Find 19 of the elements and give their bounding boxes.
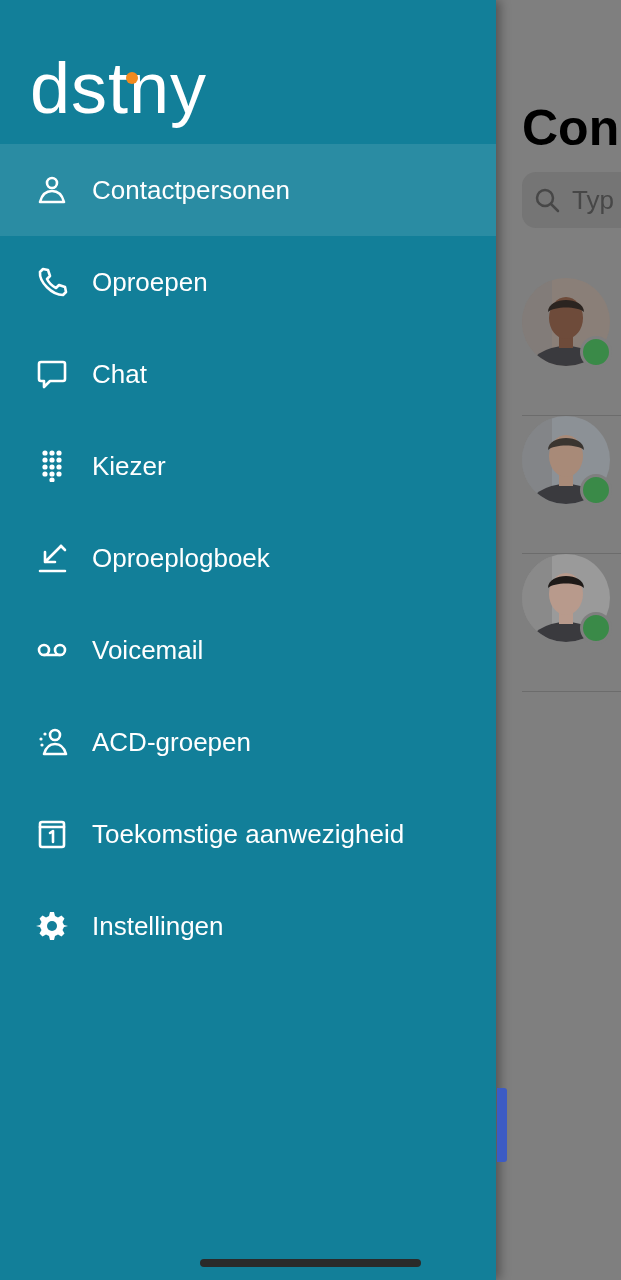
phone-icon <box>36 266 68 298</box>
menu-item[interactable]: Chat <box>0 328 496 420</box>
side-tab[interactable] <box>497 1088 507 1162</box>
search-icon <box>534 187 560 213</box>
arrow-down-left-icon <box>36 542 68 574</box>
menu-item[interactable]: Kiezer <box>0 420 496 512</box>
menu-item[interactable]: Contactpersonen <box>0 144 496 236</box>
menu-item[interactable]: Toekomstige aanwezigheid <box>0 788 496 880</box>
menu-item[interactable]: Oproeplogboek <box>0 512 496 604</box>
chat-icon <box>36 358 68 390</box>
calendar-icon <box>36 818 68 850</box>
menu-item[interactable]: Oproepen <box>0 236 496 328</box>
menu-item[interactable]: Instellingen <box>0 880 496 972</box>
menu-item[interactable]: ACD-groepen <box>0 696 496 788</box>
menu-item[interactable]: Voicemail <box>0 604 496 696</box>
page-title: Con <box>522 99 621 158</box>
app-logo: dstny <box>30 48 208 128</box>
gear-icon <box>36 910 68 942</box>
person-icon <box>36 174 68 206</box>
